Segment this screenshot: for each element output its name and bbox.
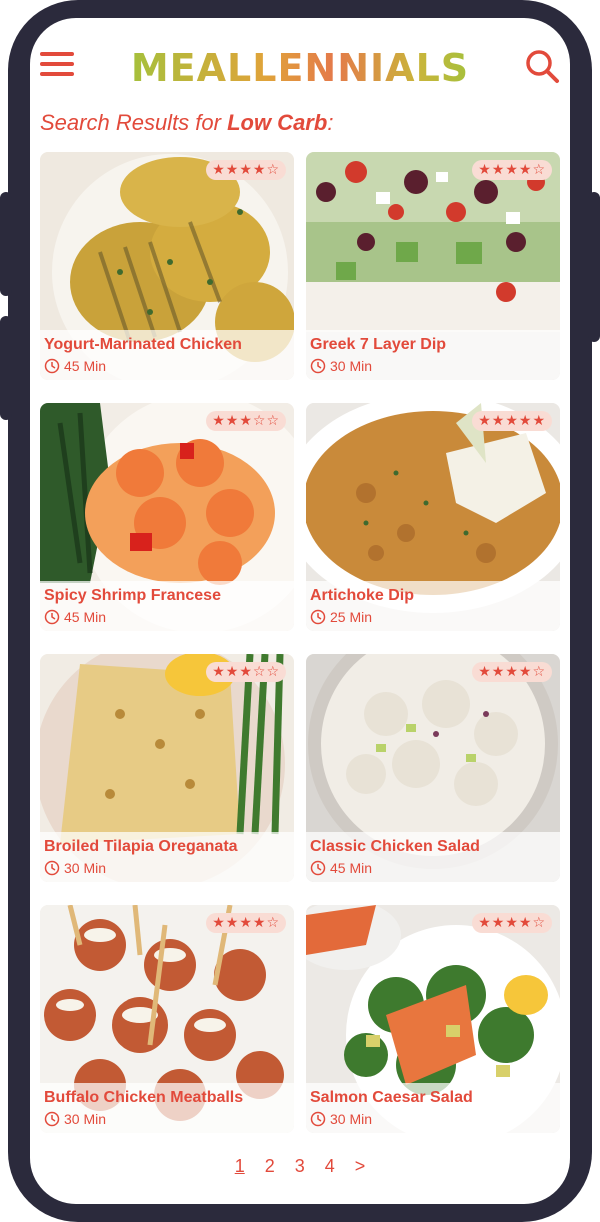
recipe-time-label: 45 Min [330,860,373,876]
page-link-1[interactable]: 1 [235,1156,245,1177]
recipe-time-label: 30 Min [330,358,373,374]
search-icon[interactable] [524,48,560,84]
recipe-card[interactable]: ★★★☆☆ Spicy Shrimp Francese 45 Min [40,403,294,631]
recipe-card[interactable]: ★★★★☆ Classic Chicken Salad 45 Min [306,654,560,882]
clock-icon [44,358,60,374]
rating-stars: ★★★★☆ [206,160,286,180]
recipe-time: 25 Min [310,609,372,625]
recipe-title: Spicy Shrimp Francese [44,587,221,604]
recipe-title: Yogurt-Marinated Chicken [44,336,242,353]
hamburger-menu-icon[interactable] [40,50,76,78]
recipe-time-label: 45 Min [64,358,107,374]
recipe-time-label: 25 Min [330,609,373,625]
recipe-time: 45 Min [44,358,106,374]
recipe-card[interactable]: ★★★★☆ Greek 7 Layer Dip 30 Min [306,152,560,380]
recipe-card[interactable]: ★★★★★ Artichoke Dip 25 Min [306,403,560,631]
recipe-title: Broiled Tilapia Oreganata [44,838,238,855]
search-prefix: Search Results for [40,110,228,135]
clock-icon [44,1111,60,1127]
recipe-title: Buffalo Chicken Meatballs [44,1089,244,1106]
rating-stars: ★★★☆☆ [206,411,286,431]
volume-up-button [0,192,12,296]
recipe-time-label: 45 Min [64,609,107,625]
clock-icon [310,358,326,374]
recipe-time: 30 Min [310,1111,372,1127]
rating-stars: ★★★☆☆ [206,662,286,682]
recipe-card[interactable]: ★★★★☆ Yogurt-Marinated Chicken 45 Min [40,152,294,380]
clock-icon [310,1111,326,1127]
pagination: 1 2 3 4 > [30,1156,570,1177]
page-link-2[interactable]: 2 [265,1156,275,1177]
recipe-time-label: 30 Min [64,860,107,876]
recipe-time-label: 30 Min [64,1111,107,1127]
recipe-time: 30 Min [310,358,372,374]
clock-icon [310,609,326,625]
clock-icon [44,609,60,625]
recipe-time-label: 30 Min [330,1111,373,1127]
recipe-title: Classic Chicken Salad [310,838,480,855]
next-page-link[interactable]: > [355,1156,366,1177]
page-link-3[interactable]: 3 [295,1156,305,1177]
search-query: Low Carb [227,110,328,135]
rating-stars: ★★★★☆ [206,913,286,933]
app-header: MEALLENNIALS [30,18,570,108]
volume-down-button [0,316,12,420]
recipe-time: 30 Min [44,1111,106,1127]
rating-stars: ★★★★☆ [472,913,552,933]
power-button [588,192,600,342]
recipe-card[interactable]: ★★★★☆ Salmon Caesar Salad 30 Min [306,905,560,1133]
page-link-4[interactable]: 4 [325,1156,335,1177]
rating-stars: ★★★★★ [472,411,552,431]
clock-icon [44,860,60,876]
logo-text: MEALLENNIALS [130,46,470,90]
recipe-title: Salmon Caesar Salad [310,1089,473,1106]
recipe-title: Greek 7 Layer Dip [310,336,447,353]
rating-stars: ★★★★☆ [472,160,552,180]
recipe-title: Artichoke Dip [310,587,415,604]
recipe-time: 45 Min [44,609,106,625]
rating-stars: ★★★★☆ [472,662,552,682]
recipe-time: 45 Min [310,860,372,876]
recipe-time: 30 Min [44,860,106,876]
search-suffix: : [327,110,334,135]
site-logo[interactable]: MEALLENNIALS [130,38,470,98]
clock-icon [310,860,326,876]
recipe-card[interactable]: ★★★★☆ Buffalo Chicken Meatballs 30 Min [40,905,294,1133]
recipe-card[interactable]: ★★★☆☆ Broiled Tilapia Oreganata 30 Min [40,654,294,882]
app-screen: MEALLENNIALS Search Results for Low Carb… [30,18,570,1204]
search-results-title: Search Results for Low Carb: [40,110,333,136]
